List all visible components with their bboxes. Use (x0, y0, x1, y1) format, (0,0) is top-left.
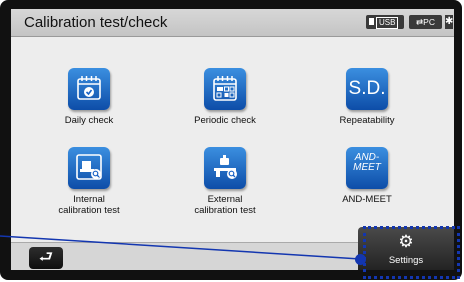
highlight-box (363, 226, 460, 279)
